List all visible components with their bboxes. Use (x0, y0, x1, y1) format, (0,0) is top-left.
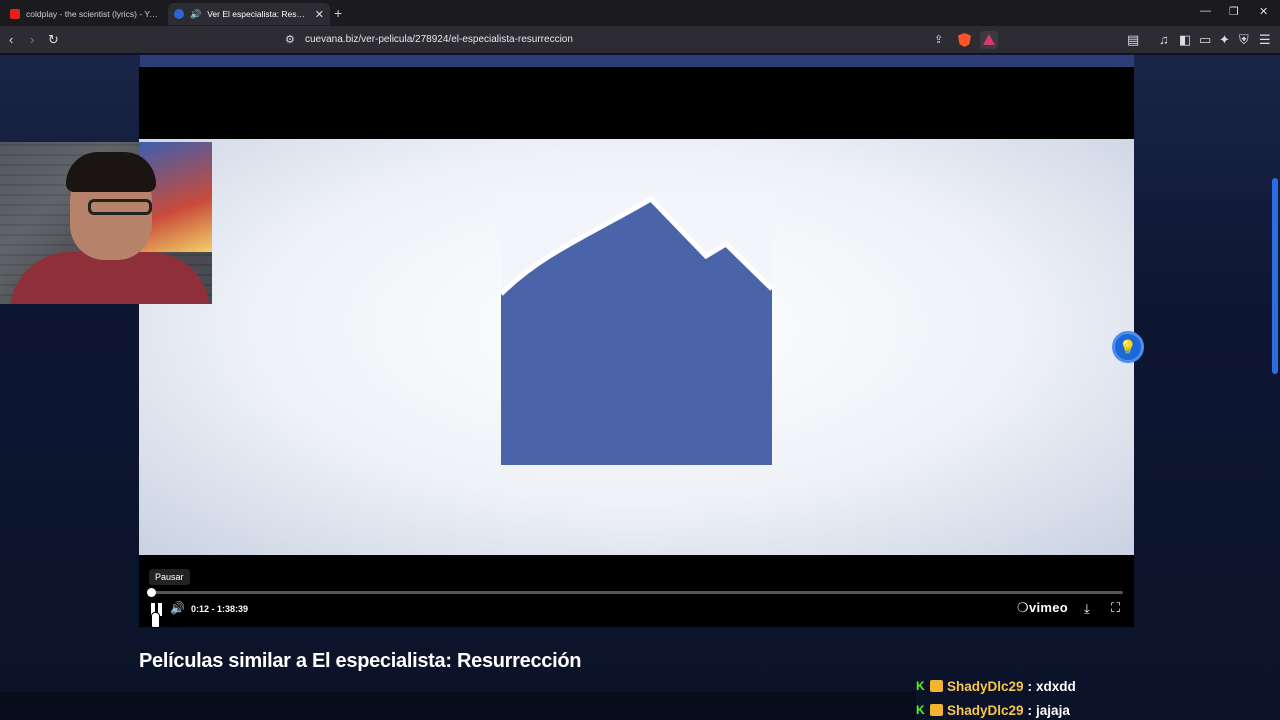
sidebar-icon[interactable]: ◧ (1179, 32, 1191, 48)
pause-tooltip: Pausar (149, 569, 190, 585)
tab-title: Ver El especialista: Resurrección (207, 9, 309, 19)
studio-logo (499, 194, 774, 465)
scrollbar[interactable] (1272, 178, 1278, 374)
forward-button[interactable]: › (30, 32, 34, 48)
vimeo-logo[interactable]: ❍vimeo (1017, 600, 1068, 616)
menu-icon[interactable]: ☰ (1259, 32, 1271, 48)
restore-button[interactable]: ❐ (1229, 5, 1239, 18)
music-icon[interactable]: ♫ (1159, 32, 1169, 48)
crown-badge-icon (930, 704, 943, 716)
header-strip (140, 55, 1134, 67)
chat-username: ShadyDlc29 (947, 678, 1024, 694)
speaker-icon[interactable]: 🔊 (190, 9, 201, 20)
brave-rewards-icon[interactable] (980, 31, 998, 49)
site-icon (174, 9, 184, 19)
crown-badge-icon (930, 680, 943, 692)
download-icon[interactable]: ⤓ (1084, 601, 1090, 617)
progress-bar[interactable] (151, 591, 1123, 594)
back-button[interactable]: ‹ (9, 32, 13, 48)
vpn-icon[interactable]: ⛨ (1239, 32, 1249, 48)
kick-badge-icon: K (916, 679, 925, 693)
chat-text: xdxdd (1036, 678, 1076, 694)
lightbulb-button[interactable]: 💡 (1112, 331, 1144, 363)
fullscreen-icon[interactable]: ⛶ (1111, 600, 1120, 616)
video-player[interactable]: Pausar 🔊 0:12 - 1:38:39 ❍vimeo ⤓ ⛶ (139, 67, 1134, 627)
chat-message: K ShadyDlc29 : jajaja (916, 698, 1076, 720)
mouse-cursor (151, 612, 160, 628)
reload-button[interactable]: ↻ (48, 32, 59, 48)
chat-username: ShadyDlc29 (947, 702, 1024, 718)
time-display: 0:12 - 1:38:39 (191, 604, 249, 614)
chat-separator: : (1027, 678, 1033, 694)
close-tab-icon[interactable]: ✕ (315, 8, 324, 21)
tab-youtube[interactable]: coldplay - the scientist (lyrics) - YouT… (4, 3, 166, 25)
progress-handle[interactable] (147, 588, 156, 597)
minimize-button[interactable]: — (1200, 5, 1211, 17)
bottom-bar (0, 692, 916, 720)
tab-cuevana[interactable]: 🔊 Ver El especialista: Resurrección ✕ (168, 3, 330, 25)
address-bar[interactable]: ⚙ cuevana.biz/ver-pelicula/278924/el-esp… (254, 29, 1004, 51)
site-info-icon[interactable]: ⚙ (285, 32, 295, 48)
volume-icon[interactable]: 🔊 (170, 601, 185, 615)
browser-toolbar: ‹ › ↻ ⛉ ⚙ cuevana.biz/ver-pelicula/27892… (0, 26, 1280, 54)
chat-separator: : (1027, 702, 1033, 718)
mountain-icon (499, 194, 774, 296)
section-title: Películas similar a El especialista: Res… (139, 650, 582, 672)
webcam-overlay (0, 142, 212, 304)
vimeo-icon: ❍ (1017, 600, 1029, 615)
tab-title: coldplay - the scientist (lyrics) - YouT… (26, 9, 160, 19)
kick-badge-icon: K (916, 703, 925, 717)
chat-message: K ShadyDlc29 : xdxdd (916, 674, 1076, 698)
chat-overlay: K ShadyDlc29 : xdxdd K ShadyDlc29 : jaja… (916, 674, 1076, 720)
lightbulb-icon: 💡 (1119, 338, 1137, 355)
leo-ai-icon[interactable]: ✦ (1219, 32, 1230, 48)
new-tab-button[interactable]: + (334, 5, 342, 21)
tab-bar: coldplay - the scientist (lyrics) - YouT… (0, 0, 1280, 26)
brave-shield-icon[interactable] (958, 33, 971, 47)
chat-text: jajaja (1036, 702, 1070, 718)
reader-mode-icon[interactable]: ▤ (1127, 32, 1139, 48)
wallet-icon[interactable]: ▭ (1199, 32, 1211, 48)
share-icon[interactable]: ⇪ (934, 32, 943, 48)
url-text: cuevana.biz/ver-pelicula/278924/el-espec… (305, 34, 573, 45)
close-window-button[interactable]: ✕ (1259, 5, 1268, 18)
youtube-icon (10, 9, 20, 19)
video-frame[interactable] (139, 139, 1134, 555)
